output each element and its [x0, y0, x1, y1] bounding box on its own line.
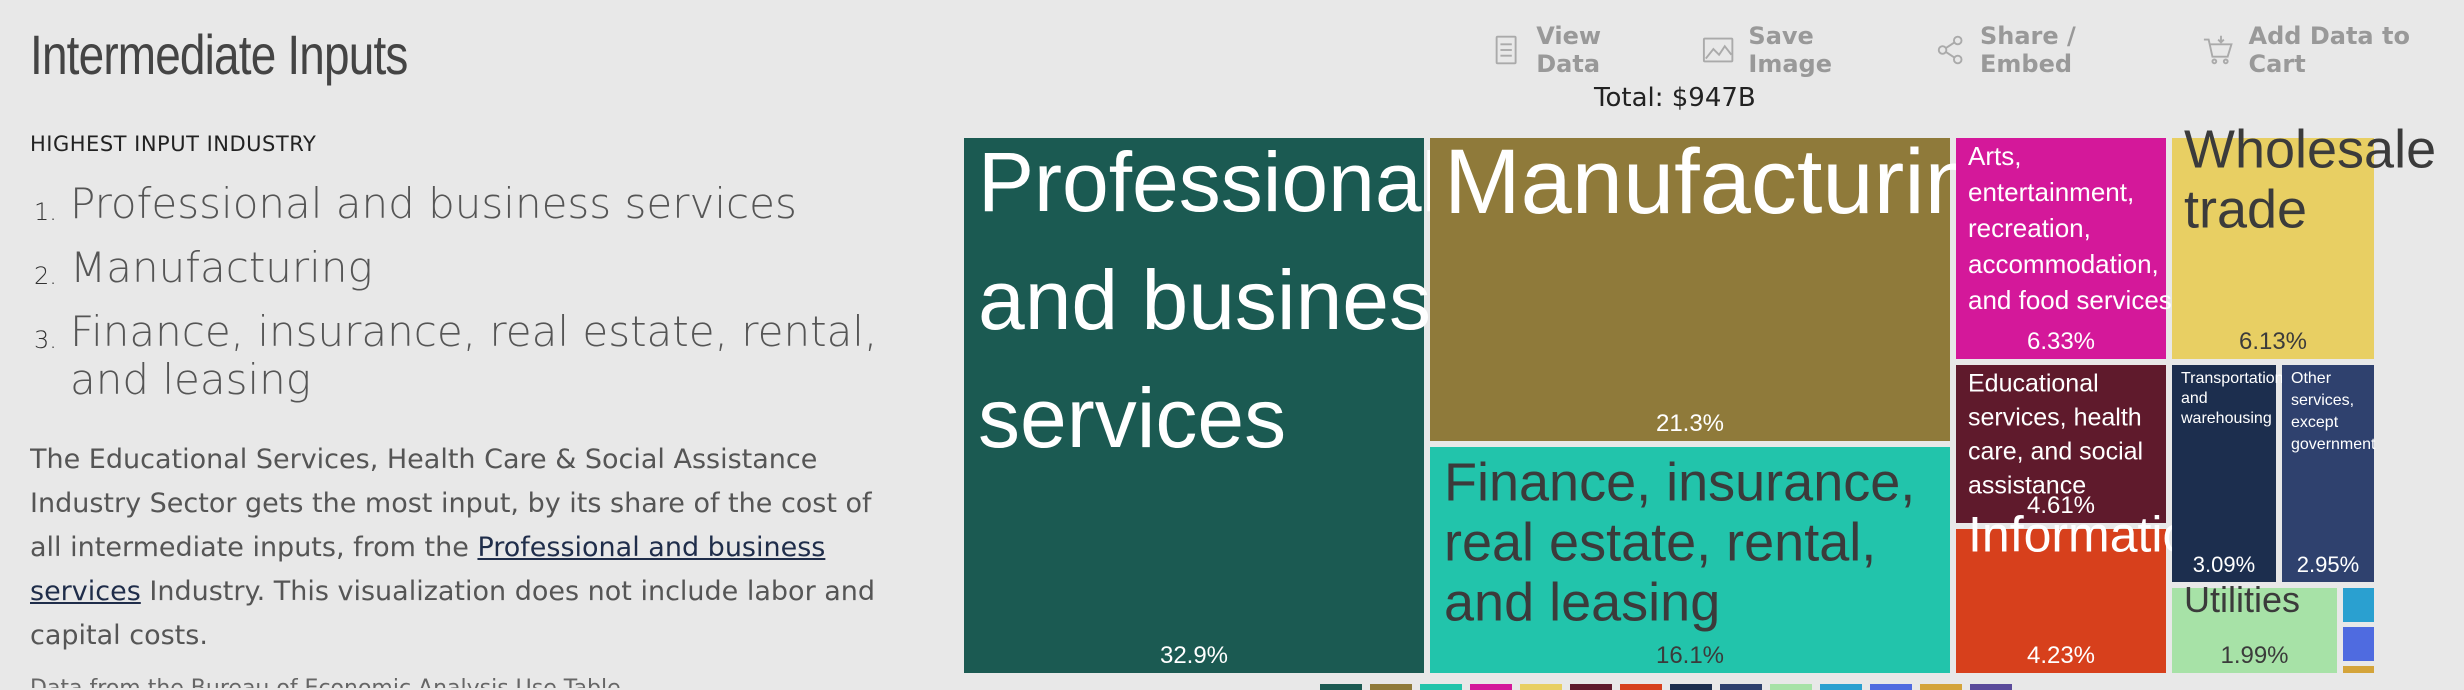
- treemap-cell-label: services, health: [1968, 404, 2142, 432]
- ranking-label: Finance, insurance, real estate, rental,…: [70, 307, 878, 404]
- view-data-button[interactable]: View Data: [1490, 22, 1666, 78]
- ranking-number: 3.: [34, 326, 57, 354]
- treemap-cell-label: care, and social: [1968, 438, 2143, 466]
- treemap-cell-label: and business: [978, 253, 1473, 347]
- view-data-label: View Data: [1536, 22, 1602, 78]
- legend-swatch[interactable]: [1570, 684, 1612, 690]
- save-image-button[interactable]: Save Image: [1702, 22, 1898, 78]
- treemap-cell-label: Arts,: [1968, 141, 2021, 171]
- treemap-cell-rect: [2343, 588, 2374, 622]
- treemap-cell-value: 3.09%: [2193, 552, 2255, 577]
- treemap-cell-label: real estate, rental,: [1444, 513, 1876, 573]
- ranking-item: 2. Manufacturing: [30, 244, 890, 292]
- legend-swatch[interactable]: [1670, 684, 1712, 690]
- treemap-cell-value: 32.9%: [1160, 642, 1228, 669]
- treemap-cell[interactable]: Information 4.23%: [1956, 507, 2218, 674]
- legend-swatch[interactable]: [1320, 684, 1362, 690]
- treemap-cell-label: Professional: [978, 135, 1440, 229]
- treemap-cell-rect: [2343, 627, 2374, 661]
- share-embed-label: Share / Embed: [1979, 22, 2076, 78]
- treemap-cell-label: accommodation,: [1968, 249, 2159, 279]
- legend-swatch[interactable]: [1920, 684, 1962, 690]
- share-embed-button[interactable]: Share / Embed: [1934, 22, 2167, 78]
- toolbar: View Data Save Image Share / Embed Add D…: [1490, 22, 2464, 78]
- treemap-cell[interactable]: [2343, 666, 2374, 673]
- ranking-number: 1.: [34, 198, 57, 226]
- legend-swatch[interactable]: [1820, 684, 1862, 690]
- page-title: Intermediate Inputs: [30, 23, 408, 86]
- treemap-cell-label: services,: [2291, 392, 2354, 409]
- color-legend: [1320, 684, 2012, 690]
- treemap-cell-label: and leasing: [1444, 573, 1720, 633]
- treemap-cell-label: Other: [2291, 370, 2332, 387]
- description-post: Industry. This visualization does not in…: [30, 576, 876, 651]
- treemap-cell-label: government: [2291, 436, 2376, 453]
- treemap-cell-value: 6.13%: [2239, 328, 2307, 355]
- treemap-cell-label: trade: [2184, 180, 2307, 240]
- ranking-list: 1. Professional and business services 2.…: [30, 180, 890, 420]
- treemap-cell-value: 21.3%: [1656, 410, 1724, 437]
- treemap-cell[interactable]: Finance, insurance,real estate, rental,a…: [1430, 447, 1950, 673]
- legend-swatch[interactable]: [1370, 684, 1412, 690]
- legend-swatch[interactable]: [1620, 684, 1662, 690]
- treemap-cell-value: 4.23%: [2027, 642, 2095, 669]
- treemap-cell[interactable]: Wholesaletrade 6.13%: [2172, 120, 2436, 360]
- legend-swatch[interactable]: [1470, 684, 1512, 690]
- treemap-cell-label: Finance, insurance,: [1444, 453, 1915, 513]
- legend-swatch[interactable]: [1520, 684, 1562, 690]
- treemap-cell-value: 2.95%: [2297, 552, 2359, 577]
- treemap-cell-label: Utilities: [2184, 579, 2300, 620]
- treemap-cell[interactable]: Educational services, health care, and soc…: [1956, 365, 2166, 523]
- treemap-cell-label: Educational: [1968, 370, 2099, 398]
- legend-swatch[interactable]: [1770, 684, 1812, 690]
- treemap-cell-label: and: [2181, 390, 2208, 407]
- treemap-cell[interactable]: Other services, except government 2.95%: [2282, 365, 2376, 582]
- treemap-cell-value: 16.1%: [1656, 642, 1724, 669]
- treemap-cell[interactable]: Utilities 1.99%: [2172, 579, 2337, 673]
- treemap-cell-label: Information: [1968, 507, 2218, 563]
- ranking-heading: HIGHEST INPUT INDUSTRY: [30, 132, 317, 156]
- treemap-cell-label: entertainment,: [1968, 177, 2134, 207]
- image-icon: [1703, 37, 1734, 63]
- treemap-cell-value: 1.99%: [2220, 642, 2288, 669]
- document-icon: [1495, 35, 1517, 65]
- source-note: Data from the Bureau of Economic Analysi…: [30, 676, 621, 688]
- ranking-label: Professional and business services: [70, 179, 797, 228]
- treemap-cell-label: warehousing: [2180, 410, 2272, 427]
- legend-swatch[interactable]: [1720, 684, 1762, 690]
- treemap-cell-rect: [2343, 666, 2374, 673]
- treemap-cell-label: and food services: [1968, 285, 2172, 315]
- ranking-number: 2.: [34, 262, 57, 290]
- treemap-cell-label: recreation,: [1968, 213, 2091, 243]
- ranking-item: 1. Professional and business services: [30, 180, 890, 228]
- treemap-cell[interactable]: [2343, 588, 2374, 622]
- add-to-cart-button[interactable]: Add Data to Cart: [2202, 22, 2464, 78]
- treemap-cell-label: Transportation: [2181, 370, 2284, 387]
- legend-swatch[interactable]: [1870, 684, 1912, 690]
- treemap-cell-label: services: [978, 371, 1286, 465]
- treemap-cell[interactable]: Manufacturing 21.3%: [1430, 131, 2027, 441]
- treemap-cell[interactable]: Professional and business services 32.9%: [964, 135, 1473, 673]
- ranking-label: Manufacturing: [70, 243, 373, 292]
- share-icon: [1937, 35, 1963, 65]
- treemap-cell-label: except: [2291, 414, 2339, 431]
- legend-swatch[interactable]: [1420, 684, 1462, 690]
- legend-swatch[interactable]: [1970, 684, 2012, 690]
- save-image-label: Save Image: [1748, 22, 1832, 78]
- cart-icon: [2204, 35, 2233, 65]
- treemap-cell[interactable]: [2343, 627, 2374, 661]
- left-panel: Intermediate Inputs HIGHEST INPUT INDUST…: [30, 0, 900, 688]
- treemap-cell-value: 6.33%: [2027, 328, 2095, 355]
- treemap-cell-label: Manufacturing: [1444, 131, 2027, 233]
- description: The Educational Services, Health Care & …: [30, 438, 880, 658]
- add-to-cart-label: Add Data to Cart: [2248, 22, 2410, 78]
- ranking-item: 3. Finance, insurance, real estate, rent…: [30, 308, 890, 404]
- treemap-cell-label: Wholesale: [2184, 120, 2436, 180]
- chart-total: Total: $947B: [1594, 83, 1756, 113]
